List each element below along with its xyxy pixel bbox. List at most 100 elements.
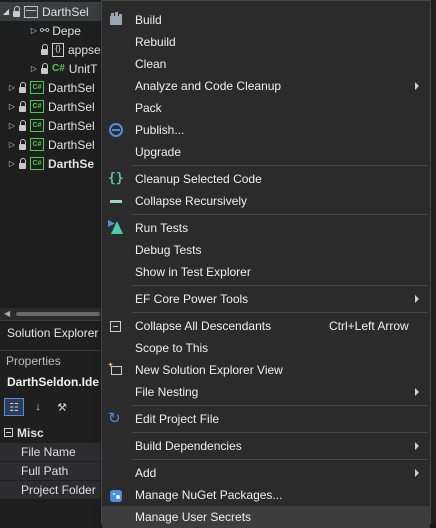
- menu-item-file-nesting[interactable]: File Nesting: [102, 381, 430, 403]
- menu-separator: [132, 312, 428, 313]
- tree-item-startup-project[interactable]: ▷ C# DarthSe: [6, 154, 94, 173]
- csharp-file-icon: C#: [52, 63, 65, 74]
- menu-item-edit-project-file[interactable]: ↻ Edit Project File: [102, 408, 430, 430]
- tree-item-dependencies[interactable]: ▷ ⚯ Depe: [28, 21, 81, 40]
- property-row[interactable]: Project Folder: [0, 480, 104, 499]
- menu-item-collapse-recursively[interactable]: Collapse Recursively: [102, 190, 430, 212]
- menu-item-analyze[interactable]: Analyze and Code Cleanup: [102, 75, 430, 97]
- properties-title: Properties: [6, 354, 61, 368]
- properties-toolbar: ☷ ↓ ⚒: [4, 397, 72, 417]
- menu-item-label: Cleanup Selected Code: [135, 172, 262, 186]
- run-tests-icon: [108, 220, 124, 236]
- menu-item-label: Pack: [135, 101, 162, 115]
- menu-item-ef-core-power-tools[interactable]: EF Core Power Tools: [102, 288, 430, 310]
- chevron-down-icon[interactable]: ◢: [0, 7, 12, 16]
- chevron-right-icon[interactable]: ▷: [28, 26, 40, 35]
- property-row[interactable]: File Name: [0, 442, 104, 461]
- chevron-right-icon[interactable]: ▷: [6, 83, 18, 92]
- csharp-project-icon: C#: [30, 81, 44, 94]
- menu-item-label: Edit Project File: [135, 412, 220, 426]
- menu-item-collapse-all-descendants[interactable]: Collapse All Descendants Ctrl+Left Arrow: [102, 315, 430, 337]
- section-label: Misc: [17, 425, 44, 440]
- menu-item-build-dependencies[interactable]: Build Dependencies: [102, 435, 430, 457]
- tree-item-project[interactable]: ▷ C# DarthSel: [6, 78, 95, 97]
- lock-icon: [12, 5, 22, 18]
- chevron-right-icon[interactable]: ▷: [28, 64, 40, 73]
- menu-separator: [132, 285, 428, 286]
- lock-icon: [18, 157, 28, 170]
- collapse-section-icon[interactable]: [4, 428, 13, 437]
- lock-icon: [40, 43, 50, 56]
- scroll-left-icon[interactable]: ◀: [4, 309, 10, 318]
- submenu-arrow-icon: [415, 82, 419, 90]
- menu-item-debug-tests[interactable]: Debug Tests: [102, 239, 430, 261]
- menu-separator: [132, 432, 428, 433]
- menu-item-publish[interactable]: Publish...: [102, 119, 430, 141]
- tree-item-label: DarthSel: [48, 80, 95, 95]
- menu-item-rebuild[interactable]: Rebuild: [102, 31, 430, 53]
- horizontal-scrollbar[interactable]: ◀: [0, 308, 104, 320]
- tab-solution-explorer[interactable]: Solution Explorer: [0, 320, 104, 345]
- csharp-project-icon: C#: [30, 138, 44, 151]
- menu-item-upgrade[interactable]: Upgrade: [102, 141, 430, 163]
- collapse-icon: [110, 321, 121, 332]
- tree-item-unittest[interactable]: ▷ C# UnitT: [28, 59, 98, 78]
- lock-icon: [18, 119, 28, 132]
- csharp-project-icon: C#: [30, 119, 44, 132]
- menu-item-scope-to-this[interactable]: Scope to This: [102, 337, 430, 359]
- menu-item-pack[interactable]: Pack: [102, 97, 430, 119]
- menu-item-manage-user-secrets[interactable]: Manage User Secrets: [102, 506, 430, 528]
- tab-label: Solution Explorer: [7, 326, 99, 340]
- menu-item-label: Debug Tests: [135, 243, 202, 257]
- submenu-arrow-icon: [415, 442, 419, 450]
- categorized-icon[interactable]: ☷: [4, 398, 24, 416]
- lock-icon: [18, 100, 28, 113]
- chevron-right-icon[interactable]: ▷: [6, 140, 18, 149]
- property-section-misc[interactable]: Misc: [0, 423, 104, 442]
- tree-item-label: appse: [68, 42, 101, 57]
- properties-object-name: DarthSeldon.Ide: [7, 375, 100, 389]
- property-row[interactable]: Full Path: [0, 461, 104, 480]
- edit-project-icon: ↻: [108, 410, 121, 427]
- menu-item-add[interactable]: Add: [102, 462, 430, 484]
- menu-item-label: Show in Test Explorer: [135, 265, 251, 279]
- context-menu: Build Rebuild Clean Analyze and Code Cle…: [101, 0, 431, 528]
- chevron-right-icon[interactable]: ▷: [6, 159, 18, 168]
- menu-item-manage-nuget-packages[interactable]: Manage NuGet Packages...: [102, 484, 430, 506]
- menu-item-new-solution-explorer-view[interactable]: New Solution Explorer View: [102, 359, 430, 381]
- json-file-icon: {}: [52, 42, 64, 57]
- menu-item-label: Collapse Recursively: [135, 194, 248, 208]
- menu-item-cleanup-selected-code[interactable]: {} Cleanup Selected Code: [102, 168, 430, 190]
- menu-item-show-in-test-explorer[interactable]: Show in Test Explorer: [102, 261, 430, 283]
- menu-item-label: Run Tests: [135, 221, 189, 235]
- scrollbar-thumb[interactable]: [16, 312, 100, 316]
- tree-item-project[interactable]: ▷ C# DarthSel: [6, 97, 95, 116]
- menu-item-label: Clean: [135, 57, 167, 71]
- tree-item-label: DarthSel: [42, 4, 89, 19]
- tree-item-solution[interactable]: ◢ DarthSel: [0, 2, 104, 21]
- chevron-right-icon[interactable]: ▷: [6, 102, 18, 111]
- csharp-project-icon: C#: [30, 157, 44, 170]
- menu-separator: [132, 214, 428, 215]
- menu-item-clean[interactable]: Clean: [102, 53, 430, 75]
- menu-item-build[interactable]: Build: [102, 9, 430, 31]
- menu-item-shortcut: Ctrl+Left Arrow: [329, 319, 409, 333]
- tree-item-project[interactable]: ▷ C# DarthSel: [6, 135, 95, 154]
- submenu-arrow-icon: [415, 388, 419, 396]
- tree-item-label: Depe: [52, 23, 81, 38]
- menu-item-label: Manage NuGet Packages...: [135, 488, 283, 502]
- menu-item-label: Build Dependencies: [135, 439, 242, 453]
- alphabetical-sort-icon[interactable]: ↓: [28, 398, 48, 416]
- menu-item-label: Upgrade: [135, 145, 182, 159]
- solution-icon: [24, 5, 38, 18]
- menu-item-run-tests[interactable]: Run Tests: [102, 217, 430, 239]
- chevron-right-icon[interactable]: ▷: [6, 121, 18, 130]
- menu-item-label: New Solution Explorer View: [135, 363, 283, 377]
- tree-item-appsettings[interactable]: {} appse: [40, 40, 101, 59]
- tree-item-project[interactable]: ▷ C# DarthSel: [6, 116, 95, 135]
- new-window-icon: [108, 362, 124, 378]
- wrench-icon[interactable]: ⚒: [52, 398, 72, 416]
- menu-item-label: Add: [135, 466, 157, 480]
- tree-item-label: DarthSel: [48, 99, 95, 114]
- vertical-scrollbar[interactable]: [431, 0, 436, 524]
